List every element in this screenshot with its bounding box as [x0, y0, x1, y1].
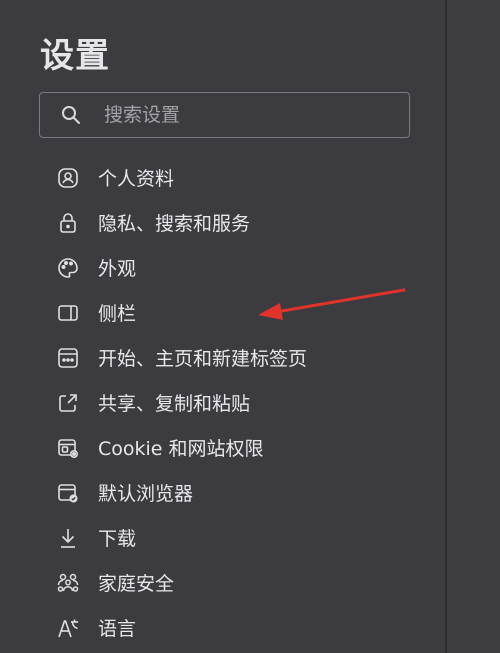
sidebar-item-label: 默认浏览器 — [98, 483, 194, 505]
sidebar-item-label: 共享、复制和粘贴 — [98, 393, 251, 415]
home-tab-icon — [55, 345, 81, 371]
family-icon — [55, 570, 81, 596]
sidebar-panel-icon — [55, 300, 81, 326]
settings-page: 设置 个人资料 — [0, 0, 500, 653]
sidebar-item-share-copy-paste[interactable]: 共享、复制和粘贴 — [55, 380, 435, 425]
site-permissions-icon — [55, 435, 81, 461]
default-browser-icon — [55, 480, 81, 506]
lock-icon — [55, 210, 81, 236]
sidebar-item-cookies-permissions[interactable]: Cookie 和网站权限 — [55, 425, 435, 470]
sidebar-item-appearance[interactable]: 外观 — [55, 245, 435, 290]
sidebar-item-languages[interactable]: 语言 — [55, 605, 435, 650]
download-icon — [55, 525, 81, 551]
sidebar-item-label: 家庭安全 — [98, 573, 175, 595]
share-icon — [55, 390, 81, 416]
sidebar-item-label: 个人资料 — [98, 168, 175, 190]
content-pane — [447, 0, 500, 653]
sidebar-item-label: 隐私、搜索和服务 — [98, 213, 251, 235]
sidebar-item-label: 侧栏 — [98, 303, 137, 325]
palette-icon — [55, 255, 81, 281]
sidebar-item-label: 语言 — [98, 618, 137, 640]
sidebar-item-label: 开始、主页和新建标签页 — [98, 348, 308, 370]
page-title: 设置 — [40, 36, 110, 76]
profile-icon — [55, 165, 81, 191]
sidebar-item-label: Cookie 和网站权限 — [98, 438, 264, 460]
sidebar-item-sidebar[interactable]: 侧栏 — [55, 290, 435, 335]
sidebar-item-label: 下载 — [98, 528, 137, 550]
sidebar-item-default-browser[interactable]: 默认浏览器 — [55, 470, 435, 515]
settings-nav: 个人资料 隐私、搜索和服务 外观 侧栏 开始、主页和新建标签页 共享、复制和粘贴… — [55, 155, 435, 650]
sidebar-item-label: 外观 — [98, 258, 137, 280]
search-input[interactable] — [102, 94, 409, 136]
search-box[interactable] — [39, 92, 410, 138]
settings-sidebar: 设置 个人资料 — [0, 0, 445, 653]
search-icon — [60, 104, 82, 126]
sidebar-item-downloads[interactable]: 下载 — [55, 515, 435, 560]
sidebar-item-start-home[interactable]: 开始、主页和新建标签页 — [55, 335, 435, 380]
sidebar-item-profile[interactable]: 个人资料 — [55, 155, 435, 200]
language-icon — [55, 615, 81, 641]
sidebar-item-family-safety[interactable]: 家庭安全 — [55, 560, 435, 605]
sidebar-item-privacy[interactable]: 隐私、搜索和服务 — [55, 200, 435, 245]
